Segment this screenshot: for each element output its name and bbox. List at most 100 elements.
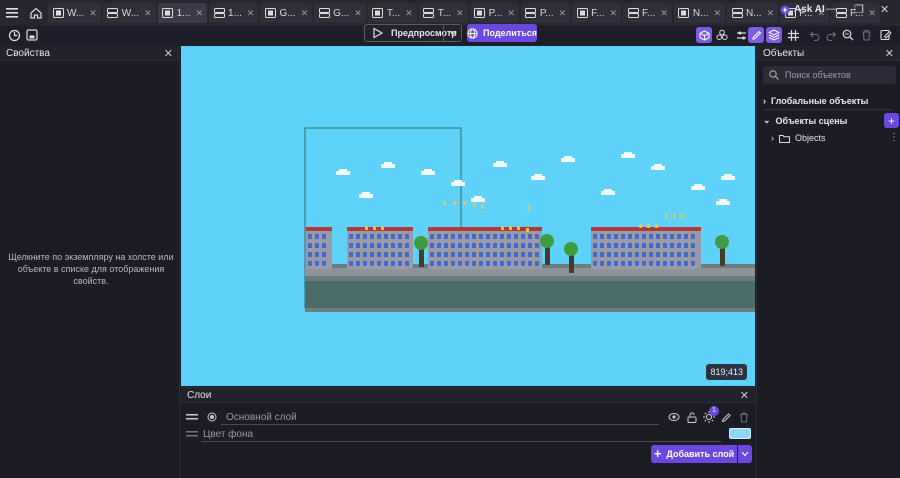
editor-tab[interactable]: F... ✕ xyxy=(572,3,622,23)
close-tab-icon[interactable]: ✕ xyxy=(507,8,515,19)
building-window xyxy=(384,261,388,266)
editor-tab[interactable]: W... ✕ xyxy=(48,3,101,23)
objects-folder-row[interactable]: › Objects xyxy=(771,133,826,143)
scene-objects-row[interactable]: ⌄ Объекты сцены xyxy=(763,115,847,126)
objects-panel-toggle-icon[interactable] xyxy=(696,27,712,43)
building-window xyxy=(398,261,402,266)
layout-icon xyxy=(213,7,225,19)
grid-toggle-icon[interactable] xyxy=(785,27,801,43)
close-tab-icon[interactable]: ✕ xyxy=(89,8,97,19)
close-tab-icon[interactable]: ✕ xyxy=(405,8,413,19)
building-window xyxy=(677,243,681,248)
tab-label: T... xyxy=(386,7,401,19)
close-tab-icon[interactable]: ✕ xyxy=(559,8,567,19)
tree-trunk xyxy=(569,255,574,273)
close-tab-icon[interactable]: ✕ xyxy=(660,8,668,19)
preview-button[interactable]: Предпросмотр xyxy=(364,24,462,42)
editor-tab[interactable]: T... ✕ xyxy=(367,3,417,23)
close-tab-icon[interactable]: ✕ xyxy=(144,8,152,19)
redo-icon[interactable] xyxy=(823,27,839,43)
zoom-icon[interactable] xyxy=(840,27,856,43)
hamburger-menu-icon[interactable] xyxy=(0,0,24,26)
editor-tab[interactable]: G... ✕ xyxy=(314,3,366,23)
undo-icon[interactable] xyxy=(806,27,822,43)
editor-tab[interactable]: W... ✕ xyxy=(102,3,156,23)
edit-layer-icon[interactable] xyxy=(721,412,732,423)
building-window xyxy=(349,252,353,257)
drag-handle-icon[interactable] xyxy=(186,414,198,420)
building-window xyxy=(315,234,319,239)
close-tab-icon[interactable]: ✕ xyxy=(301,8,309,19)
editor-tab[interactable]: 1... ✕ xyxy=(157,3,208,23)
coin xyxy=(647,224,650,228)
close-tab-icon[interactable]: ✕ xyxy=(868,8,876,19)
objects-panel-header: Объекты ✕ xyxy=(757,46,900,61)
share-button[interactable]: Поделиться xyxy=(467,24,537,42)
building-window xyxy=(384,252,388,257)
close-window-icon[interactable]: ✕ xyxy=(880,3,889,16)
lock-icon[interactable] xyxy=(687,412,697,423)
editor-tab[interactable]: F... ✕ xyxy=(623,3,672,23)
tab-label: T... xyxy=(437,7,452,19)
close-properties-icon[interactable]: ✕ xyxy=(164,47,173,60)
coin xyxy=(655,224,658,228)
layers-panel-toggle-icon[interactable] xyxy=(766,27,782,43)
scene-canvas[interactable]: 819;413 xyxy=(181,46,755,386)
layout-icon xyxy=(107,7,119,19)
add-object-button[interactable]: + xyxy=(884,113,899,128)
building-window xyxy=(684,234,688,239)
scene-properties-icon[interactable] xyxy=(878,27,894,43)
visibility-eye-icon[interactable] xyxy=(668,412,680,422)
radio-selected-icon[interactable] xyxy=(207,412,217,422)
editor-tab[interactable]: P... ✕ xyxy=(520,3,571,23)
editor-tab[interactable]: N... ✕ xyxy=(673,3,726,23)
object-groups-icon[interactable] xyxy=(714,27,730,43)
close-tab-icon[interactable]: ✕ xyxy=(609,8,617,19)
close-objects-icon[interactable]: ✕ xyxy=(885,47,894,60)
background-color-swatch[interactable] xyxy=(729,428,751,439)
close-tab-icon[interactable]: ✕ xyxy=(767,8,775,19)
close-tab-icon[interactable]: ✕ xyxy=(195,8,203,19)
close-tab-icon[interactable]: ✕ xyxy=(456,8,464,19)
folder-more-icon[interactable]: ⋮ xyxy=(889,132,899,143)
properties-toggle-icon[interactable] xyxy=(733,27,749,43)
ask-ai-button[interactable]: Ask AI xyxy=(780,4,825,15)
minimize-icon[interactable]: — xyxy=(826,3,837,15)
add-layer-label: Добавить слой xyxy=(666,449,735,459)
building-window xyxy=(405,252,409,257)
building-window xyxy=(479,243,483,248)
search-placeholder: Поиск объектов xyxy=(785,70,851,80)
building-window xyxy=(649,252,653,257)
project-manager-icon[interactable] xyxy=(6,27,22,43)
editor-tab[interactable]: N... ✕ xyxy=(727,3,779,23)
save-icon[interactable] xyxy=(24,27,40,43)
restore-icon[interactable]: ❐ xyxy=(854,3,864,16)
add-layer-dropdown-chevron-icon[interactable] xyxy=(738,445,752,463)
add-layer-button[interactable]: + Добавить слой xyxy=(651,445,737,463)
instances-edit-icon[interactable] xyxy=(748,27,764,43)
building-window xyxy=(493,252,497,257)
cursor-coordinates: 819;413 xyxy=(706,364,747,380)
delete-layer-icon[interactable] xyxy=(739,412,749,423)
tab-label: P... xyxy=(539,7,554,19)
home-tab-icon[interactable] xyxy=(26,3,46,23)
global-objects-row[interactable]: › Глобальные объекты xyxy=(763,96,868,106)
editor-tab[interactable]: P... ✕ xyxy=(469,3,519,23)
delete-icon[interactable] xyxy=(858,27,874,43)
search-objects-input[interactable]: Поиск объектов xyxy=(763,66,896,84)
building-window xyxy=(628,261,632,266)
close-tab-icon[interactable]: ✕ xyxy=(354,8,362,19)
editor-tab[interactable]: 1... ✕ xyxy=(209,3,259,23)
building-window xyxy=(500,252,504,257)
folder-icon xyxy=(779,134,790,143)
editor-tab[interactable]: T... ✕ xyxy=(418,3,468,23)
building-window xyxy=(486,243,490,248)
base-layer-row[interactable]: Основной слой xyxy=(181,408,755,426)
base-layer-name[interactable]: Основной слой xyxy=(226,412,297,423)
properties-panel: Свойства ✕ Щелкните по экземпляру на хол… xyxy=(0,46,180,478)
editor-tab[interactable]: G... ✕ xyxy=(260,3,313,23)
close-tab-icon[interactable]: ✕ xyxy=(247,8,255,19)
close-tab-icon[interactable]: ✕ xyxy=(713,8,721,19)
close-layers-icon[interactable]: ✕ xyxy=(740,389,749,402)
preview-dropdown-chevron-icon[interactable] xyxy=(443,25,461,41)
